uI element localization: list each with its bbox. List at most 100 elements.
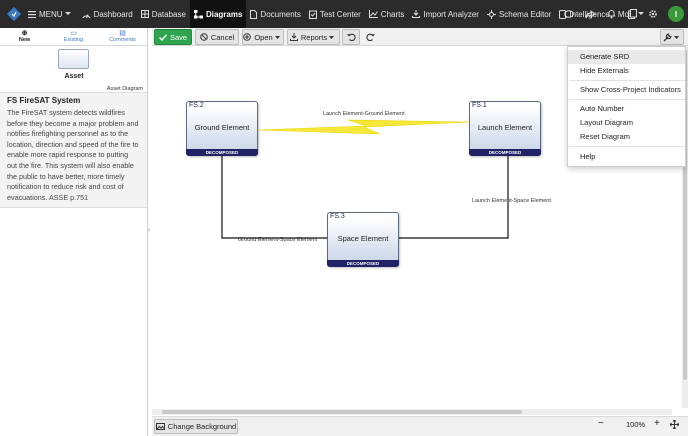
top-navigation-bar: MENU Dashboard Database Diagrams Documen… [0, 0, 688, 28]
nav-right-actions: I [557, 0, 688, 28]
menu-item-show-cross-project-indicators[interactable]: Show Cross-Project Indicators [568, 83, 685, 97]
user-avatar[interactable]: I [668, 6, 684, 22]
edge-label[interactable]: Ground Element-Space Element [238, 237, 317, 243]
check-icon [158, 33, 167, 41]
system-description-panel: FS FireSAT System The FireSAT system det… [0, 92, 147, 208]
save-label: Save [169, 32, 188, 42]
dashboard-icon [82, 13, 91, 18]
open-label: Open [254, 32, 273, 42]
tab-new[interactable]: ⊕ New [0, 28, 49, 45]
tab-existing[interactable]: ▭ Existing [49, 28, 98, 45]
menu-item-help[interactable]: Help [568, 150, 685, 164]
nav-test-center-label: Test Center [319, 9, 361, 19]
hamburger-icon [28, 10, 36, 18]
chat-icon[interactable] [560, 0, 578, 28]
tab-existing-label: Existing [63, 37, 84, 43]
download-icon [289, 33, 298, 41]
horizontal-scroll-thumb[interactable] [162, 410, 522, 414]
undo-button[interactable] [342, 29, 360, 45]
charts-icon [368, 10, 378, 18]
node-id: FS.2 [189, 102, 204, 109]
tools-dropdown-menu: Generate SRD Hide Externals Show Cross-P… [567, 46, 686, 167]
open-button[interactable]: Open [242, 29, 284, 45]
zoom-level: 100% [626, 420, 646, 429]
bell-icon[interactable] [602, 0, 620, 28]
import-analyzer-icon [412, 10, 421, 18]
share-icon[interactable] [581, 0, 599, 28]
wrench-icon [663, 33, 671, 41]
zoom-in-button[interactable]: + [654, 418, 660, 429]
left-panel-tabs: ⊕ New ▭ Existing ▤ Comments [0, 28, 147, 46]
redo-button[interactable] [362, 29, 378, 45]
chevron-down-icon [64, 12, 71, 15]
documents-icon [250, 9, 258, 19]
nav-test-center[interactable]: Test Center [305, 0, 365, 28]
change-background-button[interactable]: Change Background [154, 419, 238, 434]
tools-menu-button[interactable] [660, 29, 684, 45]
menu-item-auto-number[interactable]: Auto Number [568, 102, 685, 116]
gear-icon[interactable] [644, 0, 662, 28]
left-panel: ⊕ New ▭ Existing ▤ Comments Asset Asset … [0, 28, 148, 436]
menu-button[interactable]: MENU [24, 0, 78, 28]
asset-palette-shape[interactable] [58, 49, 89, 69]
node-status-badge: DECOMPOSED [327, 260, 399, 267]
save-button[interactable]: Save [154, 29, 192, 45]
ban-icon [200, 33, 208, 41]
system-title: FS FireSAT System [7, 96, 81, 105]
plus-circle-icon [243, 33, 252, 41]
nav-documents-label: Documents [260, 9, 301, 19]
node-id: FS.1 [472, 102, 487, 109]
node-name: Space Element [337, 234, 389, 243]
system-description: The FireSAT system detects wildfires bef… [7, 108, 139, 202]
reports-button[interactable]: Reports [287, 29, 340, 45]
nav-charts[interactable]: Charts [365, 0, 409, 28]
nav-import-analyzer[interactable]: Import Analyzer [408, 0, 483, 28]
edge-label[interactable]: Launch Element-Space Element [472, 198, 551, 204]
diagrams-icon [193, 9, 203, 18]
menu-item-layout-diagram[interactable]: Layout Diagram [568, 116, 685, 130]
nav-charts-label: Charts [380, 9, 405, 19]
menu-item-hide-externals[interactable]: Hide Externals [568, 64, 685, 78]
node-status-badge: DECOMPOSED [469, 149, 541, 156]
zoom-out-button[interactable]: − [598, 418, 604, 429]
nav-diagrams-label: Diagrams [205, 9, 243, 19]
cancel-button[interactable]: Cancel [195, 29, 239, 45]
nav-schema-editor[interactable]: Schema Editor [483, 0, 555, 28]
node-id: FS.3 [330, 213, 345, 220]
redo-icon [365, 33, 375, 41]
folder-icon: ▭ [70, 30, 77, 37]
change-background-label: Change Background [167, 422, 237, 431]
nav-documents[interactable]: Documents [246, 0, 304, 28]
menu-separator [569, 146, 685, 147]
tab-comments-label: Comments [109, 37, 136, 43]
fit-to-screen-icon[interactable] [669, 419, 680, 431]
tab-comments[interactable]: ▤ Comments [98, 28, 147, 45]
node-launch-element[interactable]: FS.1 Launch Element DECOMPOSED [469, 101, 541, 156]
nav-database[interactable]: Database [137, 0, 190, 28]
connector-launch-space [398, 155, 509, 239]
app-logo-icon[interactable] [4, 4, 24, 24]
diagram-toolbar: Save Cancel Open Reports [152, 28, 688, 46]
node-ground-element[interactable]: FS.2 Ground Element DECOMPOSED [186, 101, 258, 156]
node-status-badge: DECOMPOSED [186, 149, 258, 156]
plus-circle-icon: ⊕ [21, 30, 28, 37]
schema-editor-icon [486, 9, 496, 19]
files-icon[interactable] [623, 0, 641, 28]
cancel-label: Cancel [210, 32, 235, 42]
nav-import-analyzer-label: Import Analyzer [423, 9, 479, 19]
nav-dashboard[interactable]: Dashboard [78, 0, 137, 28]
menu-item-generate-srd[interactable]: Generate SRD [568, 50, 685, 64]
connector-ground-space [221, 155, 328, 239]
undo-icon [346, 33, 356, 41]
nav-schema-editor-label: Schema Editor [498, 9, 552, 19]
node-space-element[interactable]: FS.3 Space Element DECOMPOSED [327, 212, 399, 267]
horizontal-scrollbar[interactable] [152, 409, 672, 415]
menu-item-reset-diagram[interactable]: Reset Diagram [568, 130, 685, 144]
nav-diagrams[interactable]: Diagrams [189, 0, 247, 28]
reports-label: Reports [300, 32, 328, 42]
menu-separator [569, 80, 685, 81]
caret-down-icon [329, 35, 335, 39]
test-center-icon [308, 10, 317, 19]
menu-separator [569, 99, 685, 100]
edge-label[interactable]: Launch Element-Ground Element [323, 111, 405, 117]
